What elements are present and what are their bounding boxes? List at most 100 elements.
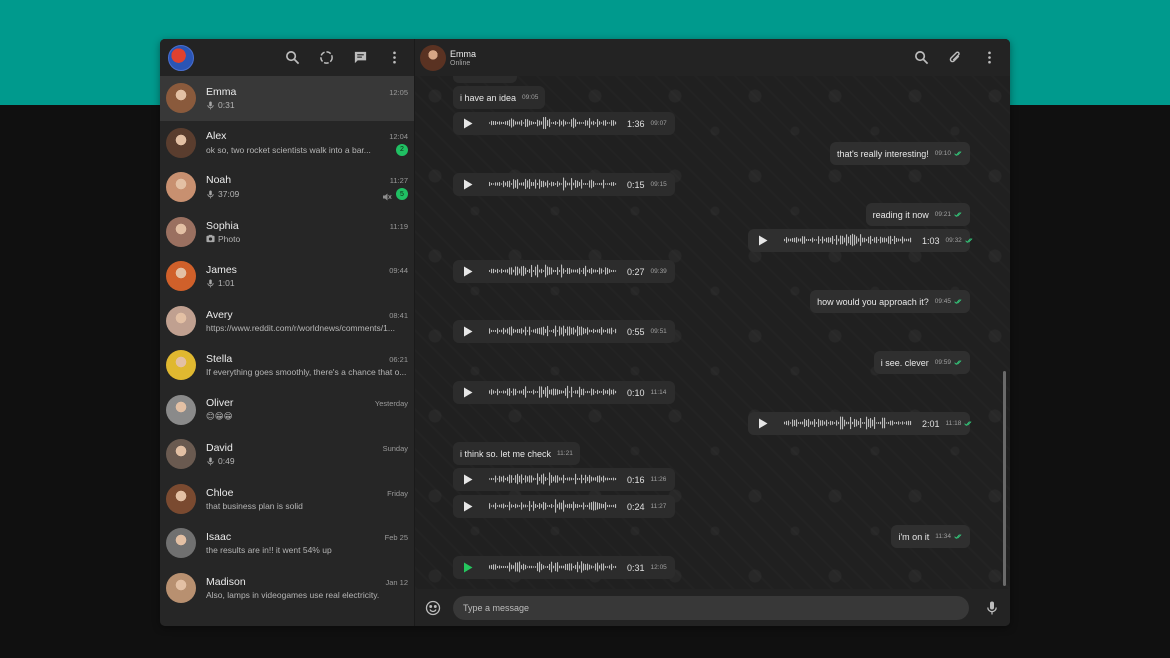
avatar — [166, 127, 196, 158]
play-icon[interactable] — [463, 387, 473, 398]
audio-waveform[interactable] — [473, 176, 627, 194]
search-icon[interactable] — [284, 50, 300, 66]
chat-list-item[interactable]: Sophia 11:19 Photo — [160, 210, 414, 255]
message-bubble-partial — [453, 76, 517, 83]
avatar — [166, 350, 196, 381]
chat-preview-text: https://www.reddit.com/r/worldnews/comme… — [206, 322, 395, 333]
chat-list-item[interactable]: Isaac Feb 25 the results are in!! it wen… — [160, 521, 414, 566]
voice-duration: 0:27 — [627, 266, 645, 277]
unread-badge: 2 — [396, 143, 408, 156]
read-ticks-icon — [951, 532, 963, 542]
play-icon[interactable] — [758, 418, 768, 429]
mic-icon[interactable] — [984, 600, 1000, 616]
search-icon[interactable] — [913, 50, 929, 66]
chat-sidebar: Emma 12:05 0:31 Alex 12:04 ok so, two ro… — [160, 39, 415, 626]
voice-message[interactable]: 2:01 11:18 — [748, 412, 973, 435]
audio-waveform[interactable] — [768, 232, 922, 250]
message-text: i'm on it — [898, 531, 930, 542]
chat-list-item[interactable]: James 09:44 1:01 — [160, 254, 414, 299]
my-avatar[interactable] — [168, 44, 194, 71]
avatar — [166, 572, 196, 603]
audio-waveform[interactable] — [473, 323, 627, 341]
play-icon[interactable] — [463, 118, 473, 129]
conversation-header[interactable]: Emma Online — [415, 39, 1010, 76]
sidebar-toolbar — [284, 50, 402, 66]
chat-preview: If everything goes smoothly, there's a c… — [206, 367, 408, 377]
voice-message[interactable]: 1:36 09:07 — [453, 112, 675, 135]
message-text: that's really interesting! — [836, 148, 929, 159]
voice-message[interactable]: 0:31 12:05 — [453, 556, 675, 579]
chat-list-item[interactable]: Chloe Friday that business plan is solid — [160, 477, 414, 522]
message-time: 11:18 — [945, 420, 962, 427]
chat-list-item[interactable]: Stella 06:21 If everything goes smoothly… — [160, 343, 414, 388]
chat-time: 11:27 — [389, 176, 408, 186]
voice-message[interactable]: 1:03 09:32 — [748, 229, 973, 252]
chat-list-item[interactable]: Madison Jan 12 Also, lamps in videogames… — [160, 566, 414, 611]
chat-list-item[interactable]: Emma 12:05 0:31 — [160, 76, 414, 121]
avatar — [166, 483, 196, 514]
audio-waveform[interactable] — [473, 384, 627, 402]
play-icon[interactable] — [463, 501, 473, 512]
chat-preview-text: 😊😁😁 — [206, 411, 233, 422]
voice-duration: 0:16 — [627, 474, 645, 485]
chat-name: Oliver — [206, 397, 234, 410]
play-icon[interactable] — [463, 474, 473, 485]
attach-paperclip-icon[interactable] — [947, 50, 963, 66]
scrollbar[interactable] — [1003, 371, 1006, 586]
chat-name: Madison — [206, 575, 246, 588]
voice-message[interactable]: 0:15 09:15 — [453, 173, 675, 196]
chat-list-item[interactable]: Alex 12:04 ok so, two rocket scientists … — [160, 121, 414, 166]
avatar — [166, 394, 196, 425]
menu-kebab-icon[interactable] — [386, 50, 402, 66]
read-ticks-icon — [951, 210, 963, 220]
voice-message[interactable]: 0:16 11:26 — [453, 468, 675, 491]
chat-list-item[interactable]: Noah 11:27 37:09 5 — [160, 165, 414, 210]
play-icon[interactable] — [463, 179, 473, 190]
chat-name: James — [206, 264, 237, 277]
composer-bar — [415, 589, 1010, 626]
chat-preview-text: 0:31 — [218, 100, 235, 111]
message-time: 11:21 — [557, 450, 573, 457]
emoji-icon[interactable] — [425, 600, 441, 616]
play-icon[interactable] — [463, 326, 473, 337]
status-icon[interactable] — [318, 50, 334, 66]
play-icon[interactable] — [463, 266, 473, 277]
chat-name: Chloe — [206, 486, 234, 499]
audio-waveform[interactable] — [768, 415, 922, 433]
contact-avatar[interactable] — [420, 44, 446, 71]
avatar — [166, 528, 196, 559]
message-time: 12:05 — [650, 564, 667, 571]
play-icon[interactable] — [758, 235, 768, 246]
audio-waveform[interactable] — [473, 559, 627, 577]
text-message: i'm on it 11:34 — [891, 525, 970, 548]
play-icon[interactable] — [463, 562, 473, 573]
audio-waveform[interactable] — [473, 471, 627, 489]
message-text: reading it now — [872, 209, 929, 220]
audio-waveform[interactable] — [473, 498, 627, 516]
chat-time: Jan 12 — [385, 577, 408, 587]
new-chat-icon[interactable] — [352, 50, 368, 66]
voice-message[interactable]: 0:10 11:14 — [453, 381, 675, 404]
message-time: 09:07 — [650, 120, 667, 127]
avatar — [166, 172, 196, 203]
audio-waveform[interactable] — [473, 115, 627, 133]
voice-message[interactable]: 0:27 09:39 — [453, 260, 675, 283]
voice-duration: 1:03 — [922, 235, 940, 246]
message-input[interactable] — [453, 595, 969, 620]
read-ticks-icon — [961, 419, 973, 429]
text-message: i see. clever 09:59 — [873, 351, 970, 374]
menu-kebab-icon[interactable] — [981, 50, 997, 66]
avatar — [166, 261, 196, 292]
message-time: 09:45 — [934, 298, 951, 305]
chat-preview-text: that business plan is solid — [206, 500, 303, 511]
chat-name: Noah — [206, 174, 232, 187]
audio-waveform[interactable] — [473, 263, 627, 281]
chat-list-item[interactable]: Avery 08:41 https://www.reddit.com/r/wor… — [160, 299, 414, 344]
chat-name: Sophia — [206, 219, 239, 232]
voice-message[interactable]: 0:55 09:51 — [453, 320, 675, 343]
chat-preview-text: 37:09 — [218, 189, 240, 200]
voice-message[interactable]: 0:24 11:27 — [453, 495, 675, 518]
chat-preview-text: 1:01 — [218, 278, 235, 289]
chat-list-item[interactable]: Oliver Yesterday 😊😁😁 — [160, 388, 414, 433]
chat-list-item[interactable]: David Sunday 0:49 — [160, 432, 414, 477]
